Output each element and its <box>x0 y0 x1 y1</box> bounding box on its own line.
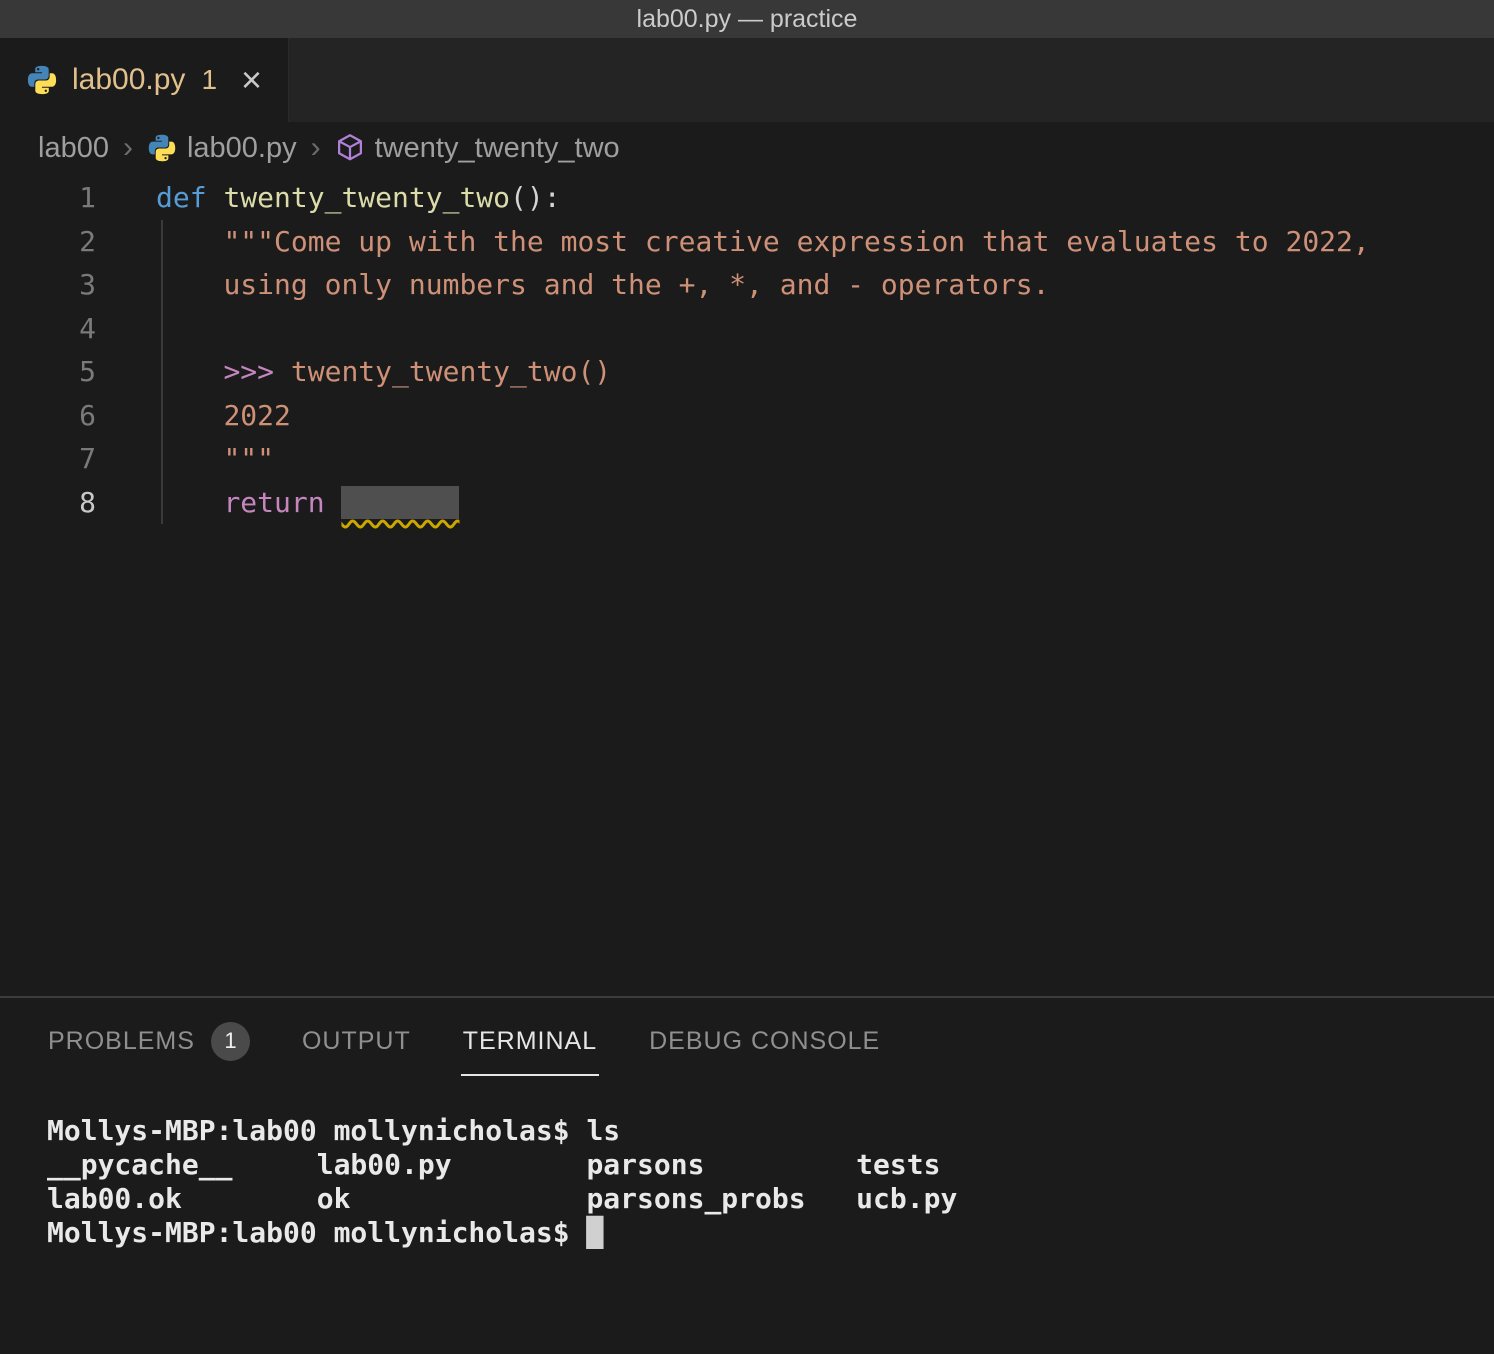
line-number[interactable]: 6 <box>0 394 96 438</box>
tab-lab00-py[interactable]: lab00.py 1 × <box>0 38 289 122</box>
terminal-line: Mollys-MBP:lab00 mollynicholas$ ls <box>47 1114 1494 1148</box>
line-number[interactable]: 5 <box>0 350 96 394</box>
tab-problems-count: 1 <box>201 64 217 96</box>
code-line[interactable]: 3 using only numbers and the +, *, and -… <box>0 263 1494 307</box>
line-number[interactable]: 2 <box>0 220 96 264</box>
code-text: return <box>156 481 459 525</box>
breadcrumb: lab00 › lab00.py › twenty_twenty_two <box>0 122 1494 174</box>
code-line[interactable]: 2 """Come up with the most creative expr… <box>0 220 1494 264</box>
chevron-right-icon: › <box>119 131 137 165</box>
code-text: def twenty_twenty_two(): <box>156 176 561 220</box>
code-lines: 1def twenty_twenty_two():2 """Come up wi… <box>0 176 1494 524</box>
chevron-right-icon: › <box>307 131 325 165</box>
editor-tab-bar: lab00.py 1 × <box>0 38 1494 122</box>
line-number[interactable]: 4 <box>0 307 96 351</box>
close-icon[interactable]: × <box>241 62 262 98</box>
line-number[interactable]: 3 <box>0 263 96 307</box>
panel-tab-bar: PROBLEMS 1 OUTPUT TERMINAL DEBUG CONSOLE <box>0 998 1494 1084</box>
breadcrumb-symbol[interactable]: twenty_twenty_two <box>335 132 620 165</box>
warning-squiggle <box>341 486 459 519</box>
bottom-panel: PROBLEMS 1 OUTPUT TERMINAL DEBUG CONSOLE… <box>0 998 1494 1354</box>
tab-debug-console[interactable]: DEBUG CONSOLE <box>623 998 906 1084</box>
terminal-line: lab00.ok ok parsons_probs ucb.py <box>47 1182 1494 1216</box>
breadcrumb-file[interactable]: lab00.py <box>147 132 297 165</box>
indent-guide <box>161 220 163 525</box>
code-text: """Come up with the most creative expres… <box>156 220 1370 264</box>
code-text: """ <box>156 437 274 481</box>
python-icon <box>147 133 177 163</box>
python-icon <box>26 64 58 96</box>
line-number[interactable]: 8 <box>0 481 96 525</box>
terminal-line: Mollys-MBP:lab00 mollynicholas$ █ <box>47 1216 1494 1250</box>
terminal-output[interactable]: Mollys-MBP:lab00 mollynicholas$ ls__pyca… <box>0 1084 1494 1250</box>
problems-count-badge: 1 <box>211 1022 250 1061</box>
code-line[interactable]: 8 return <box>0 481 1494 525</box>
window-title: lab00.py — practice <box>637 5 858 34</box>
code-line[interactable]: 5 >>> twenty_twenty_two() <box>0 350 1494 394</box>
code-editor[interactable]: 1def twenty_twenty_two():2 """Come up wi… <box>0 174 1494 996</box>
missing-expression-highlight <box>341 486 459 519</box>
tab-terminal[interactable]: TERMINAL <box>437 998 623 1084</box>
symbol-method-icon <box>335 133 365 163</box>
code-line[interactable]: 1 def twenty_twenty_two(): <box>0 176 1494 220</box>
terminal-cursor: █ <box>586 1216 603 1249</box>
line-number[interactable]: 1 <box>0 176 96 220</box>
code-line[interactable]: 7 """ <box>0 437 1494 481</box>
code-line[interactable]: 4 <box>0 307 1494 351</box>
code-text: >>> twenty_twenty_two() <box>156 350 611 394</box>
breadcrumb-folder[interactable]: lab00 <box>38 132 109 165</box>
code-line[interactable]: 6 2022 <box>0 394 1494 438</box>
tab-filename: lab00.py <box>72 63 185 97</box>
tab-output[interactable]: OUTPUT <box>276 998 437 1084</box>
terminal-line: __pycache__ lab00.py parsons tests <box>47 1148 1494 1182</box>
code-text: 2022 <box>156 394 291 438</box>
line-number[interactable]: 7 <box>0 437 96 481</box>
code-text: using only numbers and the +, *, and - o… <box>156 263 1049 307</box>
tab-problems[interactable]: PROBLEMS 1 <box>22 998 276 1084</box>
window-titlebar: lab00.py — practice <box>0 0 1494 38</box>
